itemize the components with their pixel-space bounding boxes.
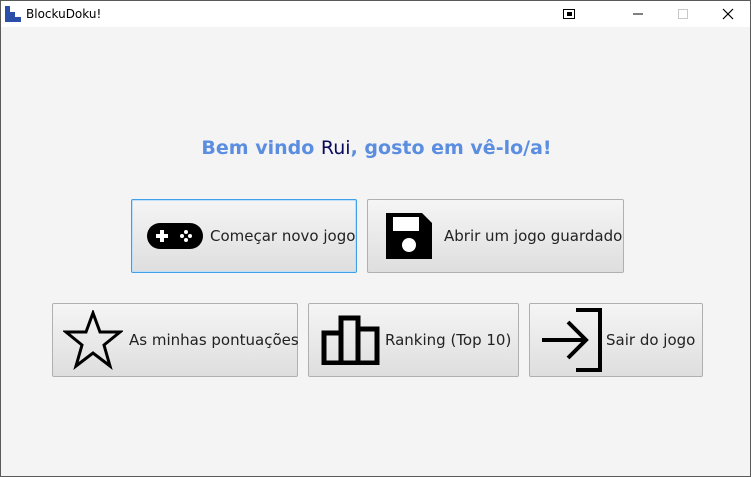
ranking-button[interactable]: Ranking (Top 10) (308, 303, 519, 377)
app-window: BlockuDoku! Bem vindo Rui, gosto em vê-l… (0, 0, 751, 477)
my-scores-button[interactable]: As minhas pontuações (52, 303, 299, 377)
welcome-suffix: , gosto em vê-lo/a! (350, 137, 552, 159)
minimize-button[interactable] (615, 1, 661, 27)
close-icon (722, 8, 734, 20)
main-content: Bem vindo Rui, gosto em vê-lo/a! Começar… (1, 27, 750, 476)
bar-chart-icon (321, 315, 380, 365)
welcome-message: Bem vindo Rui, gosto em vê-lo/a! (1, 137, 751, 159)
title-bar[interactable]: BlockuDoku! (1, 1, 750, 27)
new-game-label: Começar novo jogo (210, 227, 356, 245)
ranking-label: Ranking (Top 10) (385, 331, 512, 349)
close-button[interactable] (705, 1, 751, 27)
app-logo-icon (5, 6, 21, 22)
snap-button[interactable] (546, 1, 592, 27)
exit-game-button[interactable]: Sair do jogo (529, 303, 703, 377)
new-game-button[interactable]: Começar novo jogo (131, 199, 357, 273)
gamepad-icon (147, 223, 203, 249)
snap-icon (563, 9, 575, 19)
maximize-button[interactable] (660, 1, 706, 27)
save-icon (386, 213, 432, 259)
exit-icon (542, 308, 602, 372)
welcome-username: Rui (320, 137, 351, 159)
maximize-icon (678, 9, 688, 19)
star-icon (63, 310, 123, 370)
window-title: BlockuDoku! (26, 7, 102, 21)
exit-game-label: Sair do jogo (606, 331, 696, 349)
my-scores-label: As minhas pontuações (129, 331, 299, 349)
open-saved-game-label: Abrir um jogo guardado (444, 227, 623, 245)
open-saved-game-button[interactable]: Abrir um jogo guardado (367, 199, 624, 273)
minimize-icon (633, 13, 643, 15)
welcome-prefix: Bem vindo (201, 137, 321, 159)
